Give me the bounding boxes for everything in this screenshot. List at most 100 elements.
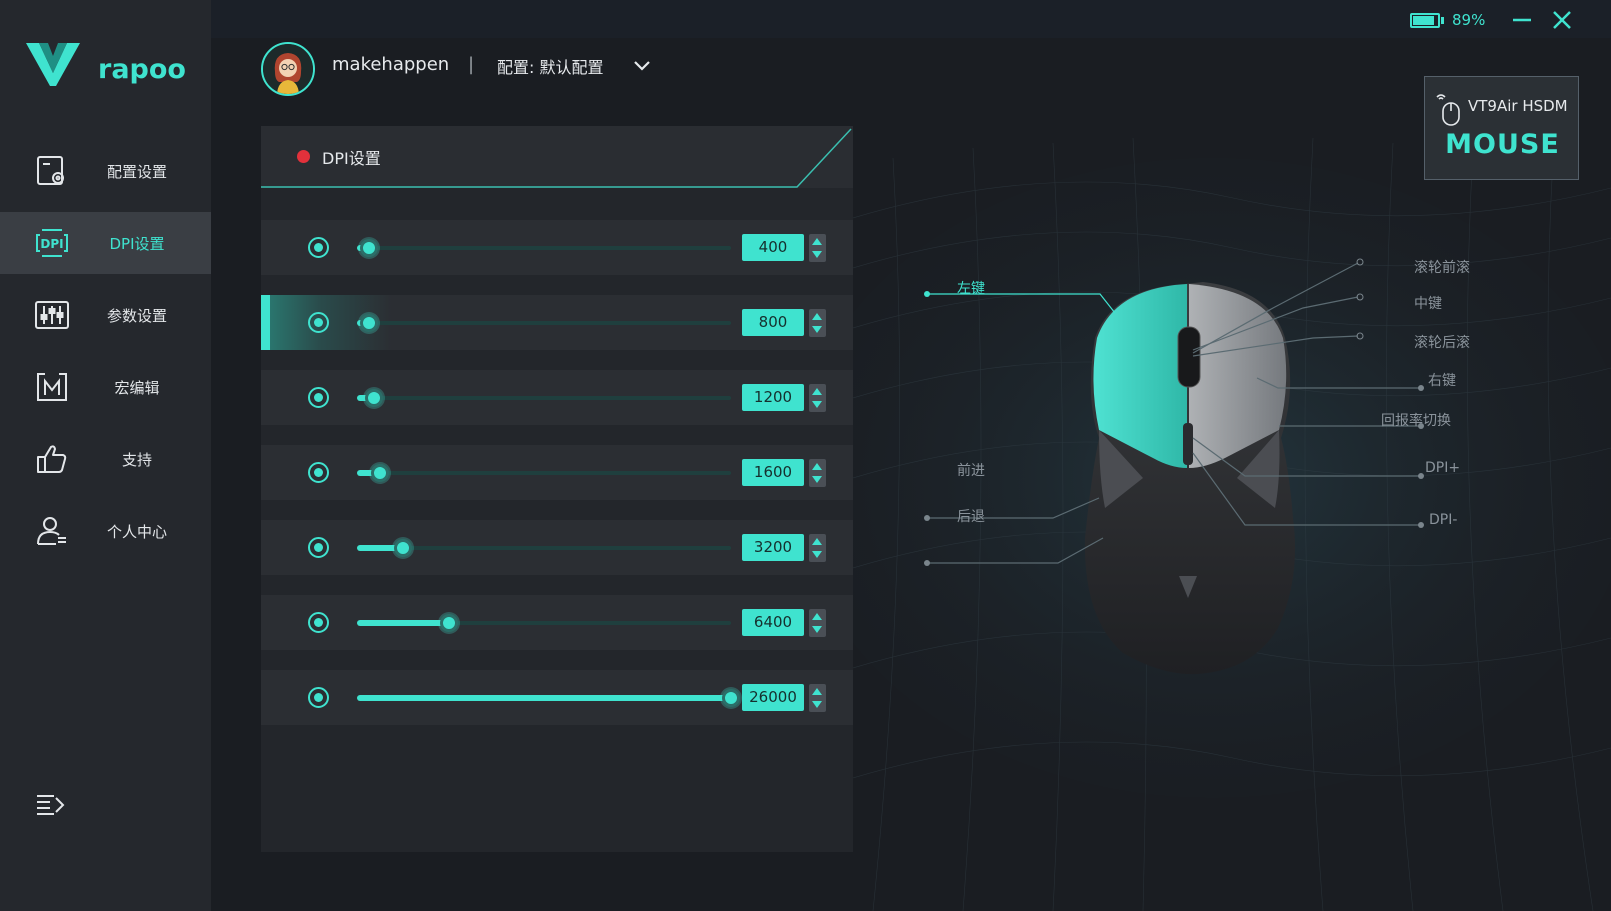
profile-dropdown[interactable]: 配置: 默认配置 bbox=[497, 54, 651, 78]
dpi-slider-fill bbox=[357, 695, 731, 701]
row-selected-accent bbox=[261, 295, 270, 350]
dpi-row[interactable]: 3200 bbox=[261, 520, 853, 575]
chevron-down-icon bbox=[634, 61, 651, 71]
dpi-slider[interactable] bbox=[357, 689, 740, 707]
dpi-value-input[interactable]: 1200 bbox=[742, 384, 804, 411]
dpi-stepper[interactable] bbox=[809, 534, 826, 562]
dpi-slider[interactable] bbox=[357, 389, 731, 407]
sidebar-item-label: 参数设置 bbox=[106, 306, 167, 325]
stepper-down-icon[interactable] bbox=[812, 326, 822, 333]
stepper-down-icon[interactable] bbox=[812, 251, 822, 258]
dpi-row[interactable]: 400 bbox=[261, 220, 853, 275]
label-forward[interactable]: 前进 bbox=[957, 460, 985, 480]
battery-indicator: 89% bbox=[1410, 11, 1485, 29]
dpi-slider-thumb[interactable] bbox=[371, 464, 389, 482]
mouse-illustration bbox=[1084, 282, 1296, 675]
dpi-row[interactable]: 1600 bbox=[261, 445, 853, 500]
thumbs-up-icon bbox=[34, 442, 70, 476]
dpi-slider-fill bbox=[357, 620, 450, 626]
close-icon[interactable] bbox=[1550, 8, 1574, 32]
stepper-up-icon[interactable] bbox=[812, 463, 822, 470]
dpi-slider[interactable] bbox=[357, 464, 731, 482]
minimize-icon[interactable] bbox=[1510, 8, 1534, 32]
dpi-value-input[interactable]: 1600 bbox=[742, 459, 804, 486]
label-scroll-up[interactable]: 滚轮前滚 bbox=[1414, 257, 1470, 277]
sidebar-item-label: 宏编辑 bbox=[114, 378, 160, 397]
stepper-up-icon[interactable] bbox=[812, 688, 822, 695]
svg-text:DPI: DPI bbox=[40, 237, 63, 251]
avatar[interactable] bbox=[261, 42, 315, 96]
sidebar-item-personal-center[interactable]: 个人中心 bbox=[0, 500, 211, 562]
dpi-stepper[interactable] bbox=[809, 459, 826, 487]
stepper-up-icon[interactable] bbox=[812, 388, 822, 395]
stepper-down-icon[interactable] bbox=[812, 626, 822, 633]
dpi-slider[interactable] bbox=[357, 539, 731, 557]
battery-icon bbox=[1410, 12, 1440, 28]
panel-title: DPI设置 bbox=[322, 149, 381, 168]
dpi-slider-thumb[interactable] bbox=[440, 614, 459, 632]
dpi-value-input[interactable]: 26000 bbox=[742, 684, 804, 711]
rapoo-wordmark: rapoo bbox=[98, 54, 186, 85]
rapoo-logo: rapoo bbox=[26, 40, 186, 90]
label-polling-switch[interactable]: 回报率切换 bbox=[1381, 410, 1451, 430]
dpi-slider[interactable] bbox=[357, 314, 731, 332]
dpi-panel: DPI设置 400 800 1200 1600 3200 6400 26000 bbox=[261, 126, 853, 852]
dpi-enable-radio[interactable] bbox=[308, 687, 329, 708]
stepper-down-icon[interactable] bbox=[812, 476, 822, 483]
dpi-slider-thumb[interactable] bbox=[360, 239, 378, 257]
rapoo-v-logo-icon bbox=[26, 43, 80, 86]
profile-separator: | bbox=[468, 54, 475, 75]
dpi-slider-thumb[interactable] bbox=[722, 689, 740, 707]
dpi-row[interactable]: 26000 bbox=[261, 670, 853, 725]
sidebar-item-label: 个人中心 bbox=[106, 522, 167, 541]
label-middle-click[interactable]: 中键 bbox=[1414, 293, 1442, 313]
label-left-click[interactable]: 左键 bbox=[957, 278, 985, 298]
dpi-stepper[interactable] bbox=[809, 234, 826, 262]
dpi-value-input[interactable]: 400 bbox=[742, 234, 804, 261]
record-dot bbox=[297, 150, 310, 163]
dpi-stepper[interactable] bbox=[809, 684, 826, 712]
dpi-row[interactable]: 6400 bbox=[261, 595, 853, 650]
dpi-stepper[interactable] bbox=[809, 309, 826, 337]
sidebar-item-parameters[interactable]: 参数设置 bbox=[0, 284, 211, 346]
stepper-up-icon[interactable] bbox=[812, 613, 822, 620]
title-bar bbox=[211, 0, 1611, 38]
label-dpi-plus[interactable]: DPI+ bbox=[1425, 460, 1460, 476]
label-right-click[interactable]: 右键 bbox=[1428, 370, 1456, 390]
dpi-enable-radio[interactable] bbox=[308, 612, 329, 633]
dpi-slider-thumb[interactable] bbox=[365, 389, 384, 407]
stepper-up-icon[interactable] bbox=[812, 238, 822, 245]
label-back[interactable]: 后退 bbox=[957, 506, 985, 526]
dpi-stepper[interactable] bbox=[809, 384, 826, 412]
dpi-slider-thumb[interactable] bbox=[394, 539, 413, 557]
stepper-down-icon[interactable] bbox=[812, 701, 822, 708]
sidebar-item-macro[interactable]: 宏编辑 bbox=[0, 356, 211, 418]
dpi-value-input[interactable]: 800 bbox=[742, 309, 804, 336]
dpi-row[interactable]: 1200 bbox=[261, 370, 853, 425]
panel-header: DPI设置 bbox=[261, 126, 853, 188]
dpi-enable-radio[interactable] bbox=[308, 312, 329, 333]
stepper-down-icon[interactable] bbox=[812, 401, 822, 408]
stepper-up-icon[interactable] bbox=[812, 538, 822, 545]
dpi-enable-radio[interactable] bbox=[308, 462, 329, 483]
menu-collapse-icon[interactable] bbox=[34, 790, 68, 820]
dpi-value-input[interactable]: 3200 bbox=[742, 534, 804, 561]
dpi-value-input[interactable]: 6400 bbox=[742, 609, 804, 636]
dpi-row[interactable]: 800 bbox=[261, 295, 853, 350]
dpi-enable-radio[interactable] bbox=[308, 237, 329, 258]
dpi-enable-radio[interactable] bbox=[308, 537, 329, 558]
label-dpi-minus[interactable]: DPI- bbox=[1429, 512, 1457, 528]
label-scroll-down[interactable]: 滚轮后滚 bbox=[1414, 332, 1470, 352]
sidebar-item-support[interactable]: 支持 bbox=[0, 428, 211, 490]
stepper-up-icon[interactable] bbox=[812, 313, 822, 320]
sidebar-item-dpi[interactable]: DPI DPI设置 bbox=[0, 212, 211, 274]
dpi-slider-thumb[interactable] bbox=[360, 314, 378, 332]
dpi-slider[interactable] bbox=[357, 239, 731, 257]
macro-icon bbox=[34, 370, 70, 404]
dpi-slider[interactable] bbox=[357, 614, 731, 632]
dpi-stepper[interactable] bbox=[809, 609, 826, 637]
sidebar-item-profile-settings[interactable]: 配置设置 bbox=[0, 140, 211, 202]
device-selector[interactable]: VT9Air HSDM MOUSE bbox=[1424, 76, 1579, 180]
dpi-enable-radio[interactable] bbox=[308, 387, 329, 408]
stepper-down-icon[interactable] bbox=[812, 551, 822, 558]
